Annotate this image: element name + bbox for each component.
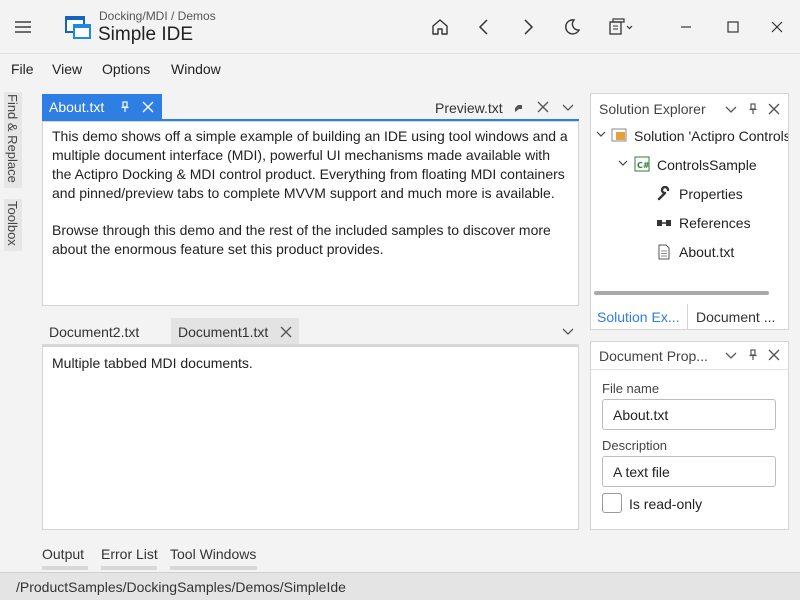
menu-bar: File View Options Window [0, 55, 800, 85]
preview-pin-icon[interactable] [512, 101, 526, 115]
breadcrumb: Docking/MDI / Demos [99, 9, 216, 23]
forward-icon[interactable] [515, 14, 541, 40]
tree-item-project[interactable]: ControlsSample [657, 157, 757, 173]
tree-item-properties[interactable]: Properties [679, 186, 743, 202]
solution-icon [611, 127, 627, 143]
menu-options[interactable]: Options [102, 61, 150, 77]
references-icon [656, 215, 672, 231]
tree-item-references[interactable]: References [679, 215, 751, 231]
svg-text:C#: C# [637, 161, 650, 170]
tab-error-list[interactable]: Error List [101, 546, 158, 562]
menu-file[interactable]: File [11, 61, 34, 77]
dark-mode-moon-icon[interactable] [559, 14, 585, 40]
paragraph: Browse through this demo and the rest of… [52, 222, 551, 257]
document-properties-panel: Document Prop... File name Description I… [590, 341, 789, 530]
file-name-field[interactable] [602, 399, 776, 430]
csharp-project-icon: C# [634, 156, 650, 172]
tab-solution-explorer[interactable]: Solution Ex... [590, 304, 688, 330]
tab-document-outline[interactable]: Document ... [696, 309, 775, 325]
tab-document1-label: Document1.txt [178, 324, 269, 340]
tab-tool-windows[interactable]: Tool Windows [170, 546, 256, 562]
about-document-editor[interactable]: This demo shows off a simple example of … [42, 121, 579, 306]
status-path-text: /ProductSamples/DockingSamples/Demos/Sim… [16, 579, 346, 595]
tab-about-txt[interactable]: About.txt [42, 94, 162, 120]
back-icon[interactable] [471, 14, 497, 40]
pin-icon[interactable] [745, 347, 761, 363]
panel-menu-dropdown-icon[interactable] [723, 347, 739, 363]
tab-output-indicator [42, 566, 88, 570]
close-preview-tab-icon[interactable] [535, 99, 551, 115]
tab-preview-txt[interactable]: Preview.txt [435, 100, 503, 116]
layout-dropdown-icon[interactable] [606, 14, 636, 40]
solution-explorer-title: Solution Explorer [599, 101, 706, 117]
close-window-icon[interactable] [764, 14, 790, 40]
tree-item-about-txt[interactable]: About.txt [679, 244, 734, 260]
document1-editor[interactable]: Multiple tabbed MDI documents. [42, 346, 579, 530]
bottom-tabs-dropdown-icon[interactable] [560, 323, 576, 339]
tree-item-solution[interactable]: Solution 'Actipro Controls [634, 128, 788, 144]
wrench-icon [656, 186, 672, 202]
paragraph: This demo shows off a simple example of … [52, 128, 568, 201]
tab-solution-explorer-label: Solution Ex... [597, 309, 680, 325]
tab-document2-txt[interactable]: Document2.txt [49, 324, 139, 340]
close-tab-icon[interactable] [140, 99, 156, 115]
side-tab-toolbox[interactable]: Toolbox [4, 199, 22, 251]
app-title: Simple IDE [98, 24, 194, 45]
document-properties-title: Document Prop... [599, 348, 708, 364]
side-tab-find-replace-label: Find & Replace [5, 94, 20, 183]
expand-chevron-icon[interactable] [617, 157, 629, 169]
hamburger-menu-icon[interactable] [12, 17, 34, 37]
status-bar: /ProductSamples/DockingSamples/Demos/Sim… [0, 572, 800, 600]
close-icon[interactable] [766, 347, 782, 363]
expand-chevron-icon[interactable] [595, 128, 607, 140]
tab-document1-txt[interactable]: Document1.txt [171, 318, 299, 346]
horizontal-scrollbar[interactable] [594, 291, 769, 295]
solution-explorer-panel: Solution Explorer Solution 'Actipro Cont… [590, 93, 789, 330]
pin-icon[interactable] [118, 100, 132, 114]
file-name-label: File name [602, 381, 660, 396]
file-icon [656, 244, 672, 260]
pin-icon[interactable] [745, 101, 761, 117]
panel-menu-dropdown-icon[interactable] [723, 101, 739, 117]
description-field[interactable] [602, 456, 776, 487]
tab-about-txt-label: About.txt [49, 99, 105, 115]
close-icon[interactable] [766, 101, 782, 117]
maximize-icon[interactable] [720, 14, 746, 40]
about-document-text: This demo shows off a simple example of … [43, 122, 578, 264]
read-only-checkbox[interactable] [602, 493, 622, 513]
document1-text: Multiple tabbed MDI documents. [52, 355, 253, 371]
description-label: Description [602, 438, 668, 453]
minimize-icon[interactable] [673, 14, 699, 40]
menu-window[interactable]: Window [171, 61, 221, 77]
close-tab-icon[interactable] [278, 324, 294, 340]
title-bar: Docking/MDI / Demos Simple IDE [0, 0, 800, 54]
read-only-label: Is read-only [629, 496, 703, 512]
top-tabs-dropdown-icon[interactable] [560, 99, 576, 115]
tab-output[interactable]: Output [42, 546, 84, 562]
divider [591, 369, 788, 370]
side-tab-find-replace[interactable]: Find & Replace [4, 92, 22, 188]
solution-tree: Solution 'Actipro Controls C# ControlsSa… [591, 122, 788, 292]
side-tab-toolbox-label: Toolbox [5, 201, 20, 246]
menu-view[interactable]: View [52, 61, 82, 77]
app-logo-icon [64, 13, 92, 41]
tab-tool-windows-indicator [170, 566, 257, 570]
home-icon[interactable] [427, 14, 453, 40]
tab-error-list-indicator [101, 566, 157, 570]
